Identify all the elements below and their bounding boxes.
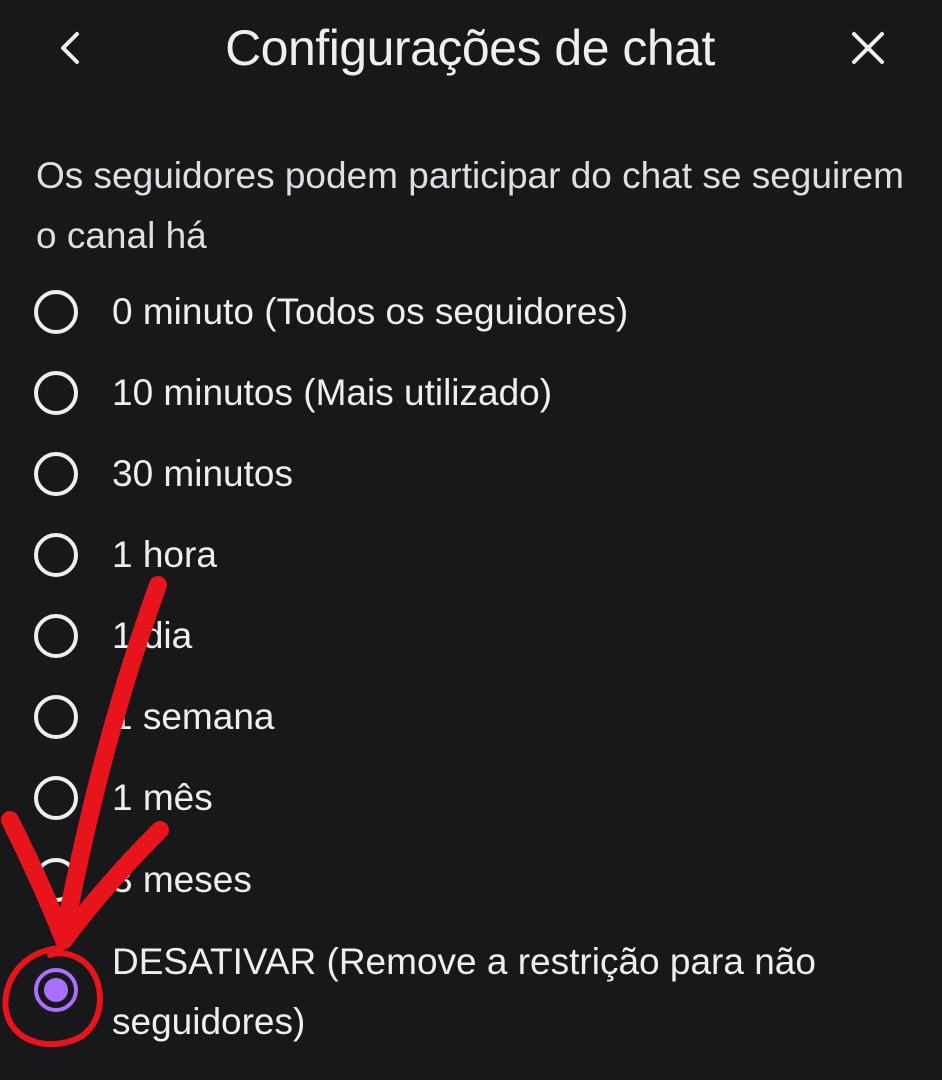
radio-option-label: DESATIVAR (Remove a restrição para não s…: [112, 941, 816, 1042]
radio-button-selected[interactable]: [34, 968, 78, 1012]
panel-header: Configurações de chat: [0, 0, 942, 100]
radio-option-label: 1 semana: [112, 696, 275, 737]
back-button[interactable]: [40, 18, 100, 82]
chevron-left-icon: [55, 28, 85, 73]
radio-option-label: 1 dia: [112, 615, 193, 656]
close-icon: [848, 28, 888, 73]
radio-option-0-minutes[interactable]: 0 minuto (Todos os seguidores): [34, 290, 914, 342]
chat-settings-panel: Configurações de chat Os seguidores pode…: [0, 0, 942, 1080]
radio-button[interactable]: [34, 695, 78, 739]
radio-button[interactable]: [34, 858, 78, 902]
radio-button[interactable]: [34, 371, 78, 415]
radio-button[interactable]: [34, 452, 78, 496]
radio-option-3-months[interactable]: 3 meses: [34, 858, 914, 910]
radio-option-1-month[interactable]: 1 mês: [34, 776, 914, 828]
radio-option-label: 1 hora: [112, 534, 217, 575]
radio-option-1-week[interactable]: 1 semana: [34, 695, 914, 747]
radio-button[interactable]: [34, 533, 78, 577]
radio-option-label: 30 minutos: [112, 453, 293, 494]
radio-option-disable[interactable]: DESATIVAR (Remove a restrição para não s…: [34, 940, 914, 1052]
radio-option-label: 0 minuto (Todos os seguidores): [112, 291, 629, 332]
radio-option-label: 10 minutos (Mais utilizado): [112, 372, 553, 413]
radio-option-label: 3 meses: [112, 859, 252, 900]
radio-option-30-minutes[interactable]: 30 minutos: [34, 452, 914, 504]
page-title: Configurações de chat: [225, 20, 715, 76]
radio-button[interactable]: [34, 290, 78, 334]
close-button[interactable]: [836, 18, 900, 82]
radio-option-1-hour[interactable]: 1 hora: [34, 533, 914, 585]
radio-option-1-day[interactable]: 1 dia: [34, 614, 914, 666]
radio-option-10-minutes[interactable]: 10 minutos (Mais utilizado): [34, 371, 914, 423]
radio-option-label: 1 mês: [112, 777, 213, 818]
follower-mode-description: Os seguidores podem participar do chat s…: [36, 155, 904, 256]
radio-button[interactable]: [34, 614, 78, 658]
radio-button[interactable]: [34, 776, 78, 820]
